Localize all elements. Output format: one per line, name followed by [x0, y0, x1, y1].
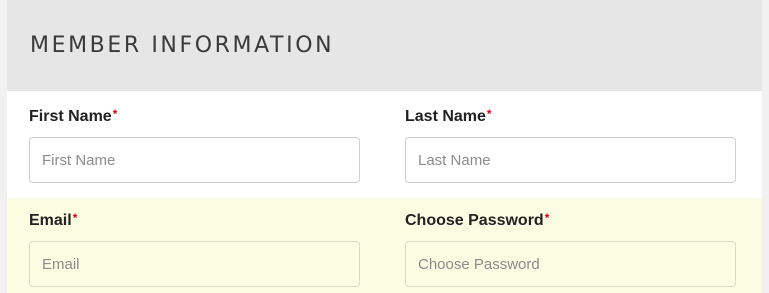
password-input[interactable] — [405, 241, 736, 287]
password-label: Choose Password* — [405, 211, 550, 230]
required-marker: * — [72, 211, 78, 225]
required-marker: * — [486, 107, 492, 121]
form-row-name: First Name* Last Name* — [7, 91, 762, 198]
first-name-input[interactable] — [29, 137, 360, 183]
email-input[interactable] — [29, 241, 360, 287]
section-header: MEMBER INFORMATION — [7, 0, 762, 91]
first-name-label: First Name* — [29, 107, 118, 126]
last-name-label-text: Last Name — [405, 108, 486, 125]
member-information-form: MEMBER INFORMATION First Name* Last Name… — [7, 0, 762, 293]
email-label-text: Email — [29, 212, 72, 229]
required-marker: * — [112, 107, 118, 121]
page-background: MEMBER INFORMATION First Name* Last Name… — [0, 0, 769, 293]
last-name-label: Last Name* — [405, 107, 492, 126]
password-label-text: Choose Password — [405, 212, 544, 229]
last-name-input[interactable] — [405, 137, 736, 183]
email-label: Email* — [29, 211, 78, 230]
section-title: MEMBER INFORMATION — [30, 33, 335, 58]
form-row-credentials: Email* Choose Password* — [7, 198, 762, 293]
first-name-label-text: First Name — [29, 108, 112, 125]
required-marker: * — [544, 211, 550, 225]
